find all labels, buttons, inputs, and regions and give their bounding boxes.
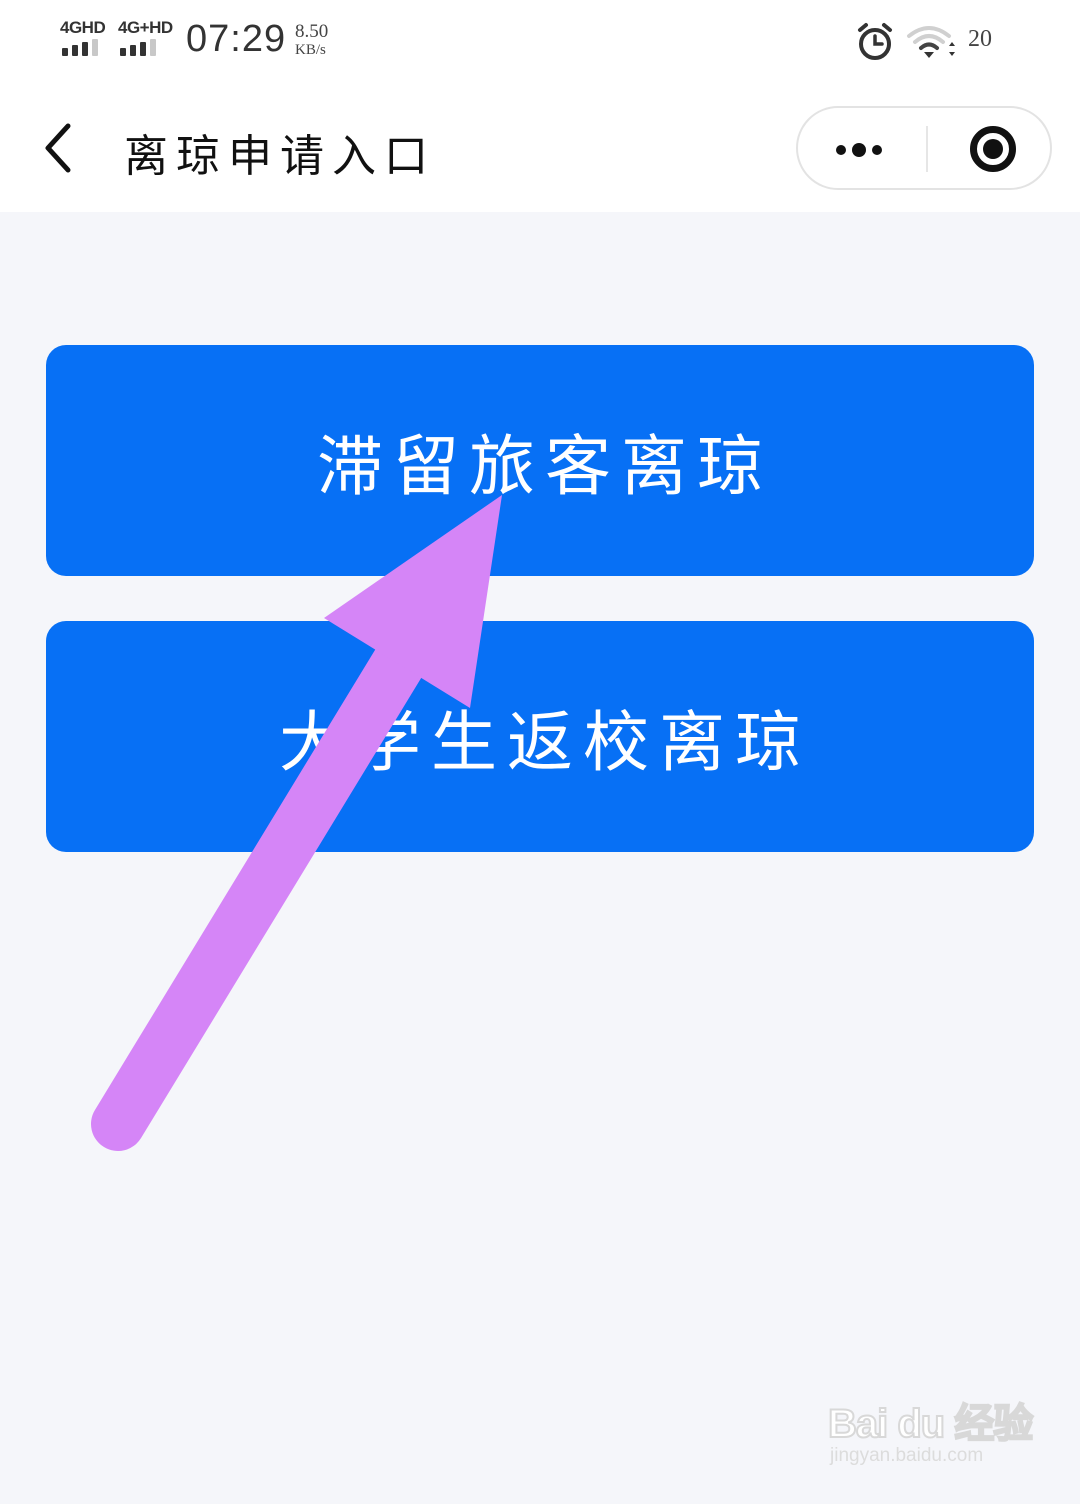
- network-speed-unit: KB/s: [295, 42, 326, 58]
- more-dots-icon-right: [872, 145, 882, 155]
- stranded-passenger-button[interactable]: 滞留旅客离琼: [46, 345, 1034, 576]
- watermark-logo: Bai du 经验: [827, 1401, 1034, 1447]
- battery-level: 20: [968, 26, 992, 52]
- more-dots-icon-center: [852, 143, 866, 157]
- baidu-watermark: Bai du 经验 jingyan.baidu.com: [826, 1385, 1034, 1485]
- stranded-passenger-label: 滞留旅客离琼: [317, 427, 773, 505]
- close-miniprogram-button[interactable]: [928, 108, 1052, 188]
- network-speed: 8.50 KB/s: [295, 22, 328, 60]
- wifi-icon: [907, 26, 955, 58]
- network-speed-value: 8.50: [295, 21, 329, 42]
- alarm-clock-icon: [858, 23, 892, 60]
- nav-bar: 离琼申请入口: [0, 86, 1080, 212]
- student-return-label: 大学生返校离琼: [279, 703, 811, 781]
- signal-2: 4G+HD: [118, 18, 178, 62]
- more-button[interactable]: [798, 108, 926, 188]
- more-dots-icon: [836, 145, 846, 155]
- status-clock: 07:29: [186, 18, 287, 60]
- signal-1: 4GHD: [60, 18, 110, 62]
- chevron-left-icon: [45, 123, 71, 173]
- watermark-url: jingyan.baidu.com: [830, 1445, 984, 1466]
- miniprogram-capsule: [796, 106, 1052, 190]
- signal-2-label: 4G+HD: [118, 18, 173, 37]
- status-bar: 4GHD 4G+HD 07:29 8.50 KB/s 20: [0, 0, 1080, 86]
- signal-1-label: 4GHD: [60, 18, 106, 37]
- page-title: 离琼申请入口: [124, 131, 436, 182]
- close-miniprogram-icon-core: [983, 139, 1003, 159]
- back-button[interactable]: [30, 116, 90, 180]
- student-return-button[interactable]: 大学生返校离琼: [46, 621, 1034, 852]
